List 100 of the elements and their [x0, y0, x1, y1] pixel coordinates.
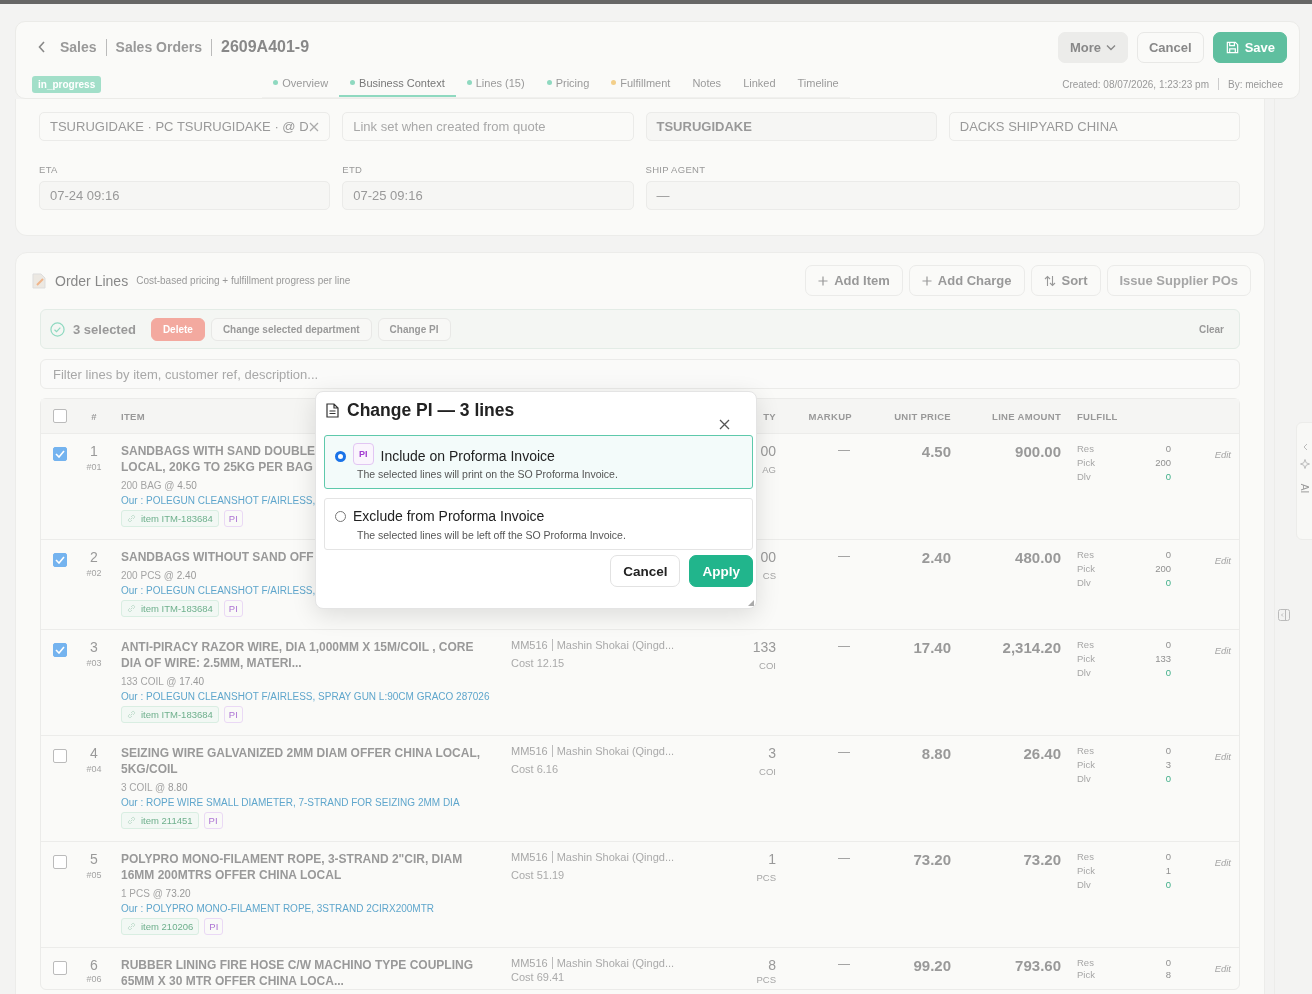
our-item-link[interactable]: Our : POLEGUN CLEANSHOT F/AIRLESS,	[121, 495, 316, 506]
toolbar-button[interactable]: Sort	[1030, 265, 1101, 296]
quantity: 1	[768, 851, 776, 867]
edit-link[interactable]: Edit	[1214, 555, 1231, 617]
link-icon	[127, 514, 136, 523]
item-tag[interactable]: item ITM-183684	[121, 706, 219, 723]
column-header: ITEM	[121, 410, 145, 422]
supplier-name: Mashin Shokai (Qingd...	[556, 851, 675, 863]
fulfill-value: 0	[1165, 957, 1171, 968]
header-button[interactable]: Save	[1212, 31, 1287, 63]
column-header: TY	[763, 410, 776, 422]
edit-link[interactable]: Edit	[1214, 645, 1231, 723]
item-name: SANDBAGS WITH SAND DOUBLE LOCAL, 20KG TO 25KG PER BAG	[121, 443, 316, 475]
input-field[interactable]: TSURUGIDAKE · PC TSURUGIDAKE · @ D	[39, 112, 331, 141]
radio-option[interactable]: Exclude from Proforma Invoice The selected lines will be left off the SO Proforma Invoice.	[324, 498, 753, 550]
line-ref: #04	[86, 764, 102, 774]
sparkle-icon	[1300, 459, 1310, 469]
dialog-button[interactable]: Apply	[689, 555, 753, 587]
edit-link[interactable]: Edit	[1214, 857, 1231, 935]
row-checkbox[interactable]	[52, 553, 67, 567]
our-item-link[interactable]: Our : ROPE WIRE SMALL DIAMETER, 7-STRAND FOR SEIZING 2MM DIA	[121, 797, 460, 808]
input-field[interactable]: 07-25 09:16	[342, 181, 634, 210]
fulfill-label: Res	[1077, 639, 1094, 650]
input-field[interactable]: DACKS SHIPYARD CHINA	[948, 112, 1240, 141]
radio-button[interactable]	[335, 510, 346, 522]
edit-link[interactable]: Edit	[1214, 449, 1231, 527]
line-amount: 26.40	[1023, 745, 1061, 764]
column-header: #	[91, 410, 97, 422]
field-label: SHIP AGENT	[645, 164, 707, 175]
select-all-checkbox[interactable]	[52, 409, 67, 423]
dialog-button[interactable]: Cancel	[610, 555, 681, 587]
line-amount: 480.00	[1015, 549, 1061, 568]
unit: PCS	[756, 974, 776, 985]
section-subtitle: Cost-based pricing + fulfillment progress per line	[136, 275, 351, 286]
row-checkbox[interactable]	[52, 749, 67, 763]
tab[interactable]: Notes	[681, 70, 733, 97]
input-field[interactable]: Link set when created from quote	[342, 112, 634, 141]
row-checkbox[interactable]	[52, 643, 67, 657]
our-item-link[interactable]: Our : POLEGUN CLEANSHOT F/AIRLESS, SPRAY GUN L:90CM GRACO 287026	[121, 691, 490, 702]
input-field[interactable]: 07-24 09:16	[39, 181, 331, 210]
bulk-action-button[interactable]: Change PI	[377, 317, 451, 341]
ai-assistant-tab[interactable]: AI	[1296, 422, 1312, 540]
our-item-link[interactable]: Our : POLYPRO MONO-FILAMENT ROPE, 3STRAND 2CIRX200MTR	[121, 903, 435, 914]
header-button[interactable]: More	[1057, 31, 1128, 63]
line-ref: #06	[86, 974, 102, 984]
tab[interactable]: Fulfillment	[600, 70, 682, 97]
quantity: 00	[760, 443, 776, 459]
unit: CS	[762, 570, 776, 581]
radio-button[interactable]	[335, 450, 346, 462]
markup: —	[838, 957, 850, 973]
panel-toggle-icon[interactable]	[1278, 609, 1290, 621]
item-tag[interactable]: item ITM-183684	[121, 600, 219, 617]
line-number: 3	[90, 639, 98, 655]
breadcrumb-link[interactable]: Sales	[60, 39, 97, 55]
markup: —	[838, 639, 850, 655]
edit-link[interactable]: Edit	[1214, 963, 1231, 989]
input-field[interactable]: TSURUGIDAKE	[645, 112, 937, 141]
item-tag[interactable]: item 210206	[121, 918, 200, 935]
tab[interactable]: Business Context	[339, 70, 456, 97]
toolbar-button[interactable]: Add Charge	[908, 265, 1025, 296]
unit-price: 17.40	[913, 639, 951, 658]
pi-tag: PI	[223, 600, 243, 617]
fulfill-label: Res	[1077, 443, 1094, 454]
item-tag[interactable]: item ITM-183684	[121, 510, 219, 527]
header-button[interactable]: Cancel	[1137, 31, 1204, 63]
row-checkbox[interactable]	[52, 855, 67, 869]
cost-text: Cost 51.19	[511, 869, 566, 881]
tab[interactable]: Lines (15)	[455, 70, 536, 97]
bulk-action-button[interactable]: Delete	[150, 317, 205, 341]
field-label: ETD	[342, 164, 364, 175]
fulfill-value: 0	[1165, 745, 1171, 756]
clear-icon[interactable]	[309, 121, 320, 132]
edit-link[interactable]: Edit	[1214, 751, 1231, 829]
link-icon	[127, 816, 136, 825]
item-tag[interactable]: item 211451	[121, 812, 199, 829]
tab[interactable]: Overview	[262, 70, 340, 97]
row-checkbox[interactable]	[52, 447, 67, 461]
back-icon[interactable]	[38, 41, 46, 53]
row-checkbox[interactable]	[52, 961, 67, 975]
tab[interactable]: Pricing	[535, 70, 601, 97]
radio-option[interactable]: PI Include on Proforma Invoice The selected lines will print on the SO Proforma Invoice.	[324, 435, 753, 489]
filter-field[interactable]: Filter lines by item, customer ref, description...	[40, 359, 1240, 389]
link-icon	[127, 710, 136, 719]
line-amount: 73.20	[1023, 851, 1061, 870]
input-field[interactable]: —	[645, 181, 1240, 210]
tab[interactable]: Timeline	[786, 70, 850, 97]
our-item-link[interactable]: Our : POLEGUN CLEANSHOT F/AIRLESS,	[121, 585, 316, 596]
resize-handle-icon[interactable]	[748, 600, 754, 606]
bulk-action-button[interactable]: Change selected department	[210, 317, 372, 341]
clear-button[interactable]: Clear	[1193, 322, 1230, 336]
supplier-code: MM516	[511, 745, 548, 757]
close-icon[interactable]	[719, 419, 730, 430]
save-icon	[1224, 39, 1240, 55]
sort-icon	[1043, 274, 1056, 287]
fulfill-value: 0	[1165, 639, 1171, 650]
line-number: 5	[90, 851, 98, 867]
tab[interactable]: Linked	[732, 70, 787, 97]
item-name: RUBBER LINING FIRE HOSE C/W MACHINO TYPE COUPLING 65MM X 30 MTR OFFER CHINA LOCA...	[121, 957, 474, 989]
toolbar-button[interactable]: Add Item	[805, 265, 903, 296]
breadcrumb-link[interactable]: Sales Orders	[115, 39, 202, 55]
